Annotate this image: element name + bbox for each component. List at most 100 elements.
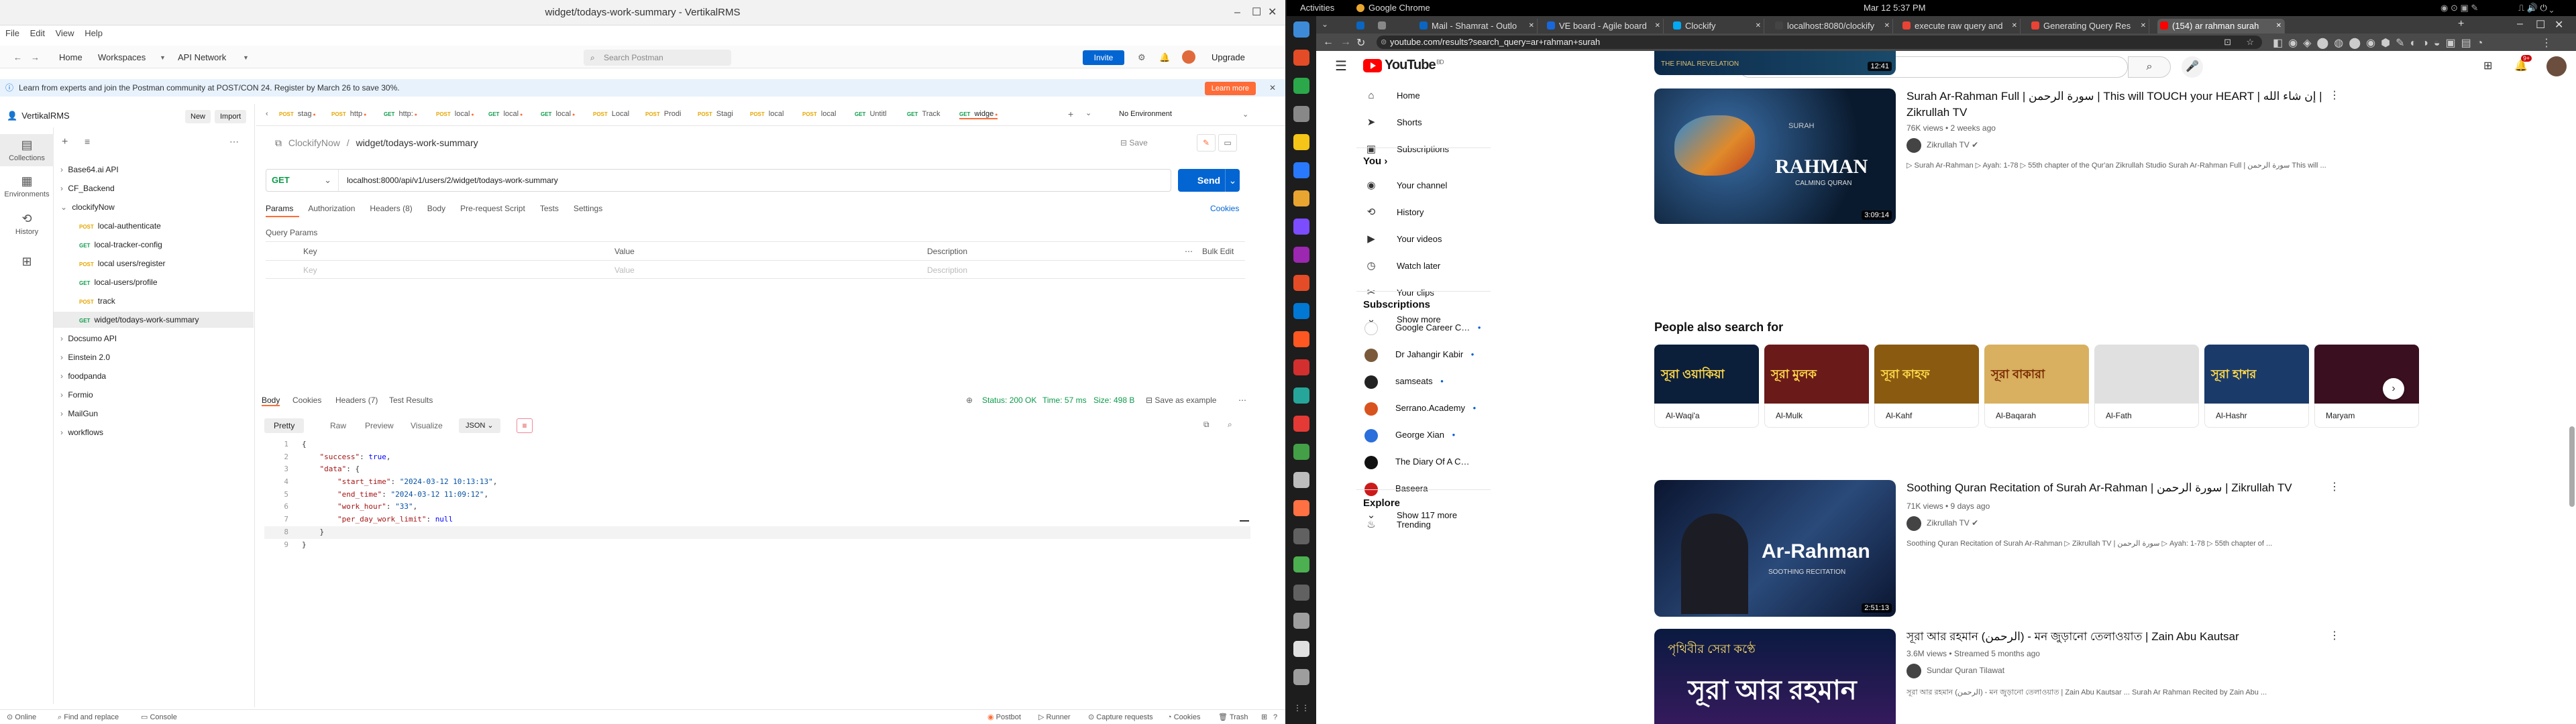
video-thumbnail[interactable]: SURAH RAHMAN CALMING QURAN 3:09:14 (1654, 88, 1896, 224)
menu-file[interactable]: File (5, 28, 19, 38)
tab-search-icon[interactable]: ⌄ (1322, 19, 1328, 29)
chrome-tab[interactable]: execute raw query and ✕ (1900, 19, 2021, 34)
dock-app-icon[interactable] (1293, 162, 1309, 178)
dock-app-icon[interactable] (1293, 247, 1309, 263)
console[interactable]: ▭ Console (141, 710, 177, 724)
dock-app-icon[interactable] (1293, 303, 1309, 319)
request-section-tab[interactable]: Settings (574, 204, 602, 213)
dock-app-icon[interactable] (1293, 106, 1309, 122)
sidebar-item[interactable]: ◷ Watch later (1363, 256, 1440, 276)
close-icon[interactable]: ✕ (1269, 79, 1276, 97)
tree-item[interactable]: GET local-users/profile (54, 274, 254, 290)
rail-collections[interactable]: ▤ Collections (0, 134, 54, 166)
system-icons[interactable]: ⎍ 🔊 ⏻ ⌄ (2518, 0, 2554, 16)
chevron-right-icon[interactable]: › (2383, 378, 2404, 400)
response-body-code[interactable]: 1{2 "success": true, 3 "data": {4 "start_… (264, 438, 1250, 549)
sidebar-subscription[interactable]: samseats • (1363, 371, 1444, 391)
focused-app[interactable]: Google Chrome (1368, 0, 1430, 16)
avatar[interactable] (1182, 50, 1195, 64)
clock[interactable]: Mar 12 5:37 PM (1864, 0, 1926, 16)
video-result[interactable]: SURAH RAHMAN CALMING QURAN 3:09:14 Surah… (1654, 88, 2340, 227)
request-tab[interactable]: GET widge ● (959, 110, 998, 119)
bulk-edit-link[interactable]: Bulk Edit (1202, 247, 1234, 256)
more-icon[interactable]: ⋮ (2329, 480, 2340, 493)
close-icon[interactable]: ✕ (1655, 19, 1660, 34)
view-mode-tab[interactable]: Preview (356, 418, 403, 433)
close-icon[interactable]: ✕ (1529, 19, 1534, 34)
chevron-icon[interactable]: › (60, 353, 65, 362)
wrap-icon[interactable]: ≡ (517, 418, 533, 433)
tree-item[interactable]: › Docsumo API (54, 330, 254, 347)
search-suggestion-card[interactable]: সূরা মুলক Al-Mulk (1764, 345, 1869, 428)
bell-icon[interactable]: 🔔 (1159, 50, 1170, 65)
add-icon[interactable]: + (62, 136, 68, 148)
forward-icon[interactable]: → (31, 50, 40, 65)
copy-icon[interactable]: ⧉ (1203, 420, 1210, 430)
dock-app-icon[interactable] (1293, 416, 1309, 432)
workspaces-menu[interactable]: Workspaces (98, 50, 146, 65)
menu-edit[interactable]: Edit (30, 28, 45, 38)
sidebar-you-header[interactable]: You › (1363, 156, 1387, 167)
request-section-tab[interactable]: Authorization (308, 204, 355, 213)
dock-app-icon[interactable] (1293, 275, 1309, 291)
chevron-icon[interactable]: › (60, 390, 65, 400)
video-title[interactable]: সূরা আর রহমান (الرحمن) - মন জুড়ানো তেলা… (1907, 629, 2322, 645)
rail-history[interactable]: ⟲ History (0, 212, 54, 236)
reload-icon[interactable]: ↻ (1356, 36, 1365, 50)
chevron-icon[interactable]: › (60, 165, 65, 174)
sidebar-item[interactable]: ▶ Your videos (1363, 229, 1442, 249)
forward-icon[interactable]: → (1340, 36, 1351, 48)
video-title[interactable]: Soothing Quran Recitation of Surah Ar-Ra… (1907, 480, 2322, 496)
tree-item[interactable]: POST local-authenticate (54, 218, 254, 234)
dock-app-icon[interactable] (1293, 21, 1309, 38)
avatar[interactable] (2546, 56, 2567, 76)
dock-app-icon[interactable] (1293, 50, 1309, 66)
search-suggestion-card[interactable]: সূরা বাকারা Al-Baqarah (1984, 345, 2089, 428)
doc-icon[interactable]: ▭ (1218, 134, 1237, 152)
dock-app-icon[interactable] (1293, 387, 1309, 404)
request-tab[interactable]: POST local (750, 110, 784, 118)
close-icon[interactable]: ✕ (1756, 19, 1761, 34)
api-network-menu[interactable]: API Network (178, 50, 226, 65)
gear-icon[interactable]: ⚙ (1138, 50, 1146, 65)
more-icon[interactable]: ⋯ (1185, 247, 1193, 256)
search-suggestion-card[interactable]: সূরা হাশর Al-Hashr (2204, 345, 2309, 428)
response-tab[interactable]: Cookies (292, 396, 321, 405)
chevron-down-icon[interactable]: ⌄ (1085, 109, 1091, 117)
sidebar-subscription[interactable]: Serrano.Academy • (1363, 398, 1476, 418)
dock-app-icon[interactable] (1293, 472, 1309, 488)
dock-app-icon[interactable] (1293, 669, 1309, 685)
request-section-tab[interactable]: Params (266, 204, 293, 213)
video-thumbnail-partial[interactable]: THE FINAL REVELATION 12:41 (1654, 51, 1896, 75)
search-suggestion-card[interactable]: Al-Fath (2094, 345, 2199, 428)
environment-selector[interactable]: No Environment (1119, 110, 1172, 118)
channel-link[interactable]: Zikrullah TV ✔ (1907, 516, 1978, 531)
capture-requests[interactable]: ⊙ Capture requests (1088, 710, 1153, 724)
close-icon[interactable]: ✕ (2141, 19, 2146, 34)
install-icon[interactable]: ⊡ (2224, 36, 2231, 49)
close-icon[interactable]: ✕ (1268, 0, 1277, 25)
view-mode-tab[interactable]: Pretty (264, 418, 305, 433)
request-section-tab[interactable]: Headers (8) (370, 204, 412, 213)
chevron-icon[interactable]: › (60, 371, 65, 381)
trash[interactable]: 🗑 Trash (1218, 710, 1248, 724)
back-icon[interactable]: ← (1323, 36, 1334, 48)
minimize-icon[interactable]: – (2517, 18, 2523, 30)
create-icon[interactable]: ⊞ (2483, 59, 2492, 72)
tree-item[interactable]: › CF_Backend (54, 180, 254, 196)
key-input[interactable]: Key (303, 265, 317, 275)
method-select[interactable]: GET ⌄ (272, 170, 339, 191)
video-result[interactable]: Ar-Rahman SOOTHING RECITATION 2:51:13 So… (1654, 480, 2340, 618)
hamburger-icon[interactable]: ☰ (1335, 58, 1347, 74)
request-tab[interactable]: POST Stagi (698, 110, 733, 118)
tree-item[interactable]: › foodpanda (54, 368, 254, 384)
maximize-icon[interactable]: ☐ (1252, 0, 1261, 25)
edit-icon[interactable]: ✎ (1197, 134, 1216, 152)
tree-item[interactable]: › Einstein 2.0 (54, 349, 254, 365)
dock-app-icon[interactable] (1293, 528, 1309, 544)
grid-icon[interactable]: ⊞ (1261, 710, 1267, 724)
request-tab[interactable]: POST Prodi (645, 110, 681, 118)
sidebar-subscription[interactable]: Google Career C… • (1363, 318, 1481, 338)
upgrade-button[interactable]: Upgrade (1212, 50, 1268, 65)
chevron-icon[interactable]: › (60, 334, 65, 343)
